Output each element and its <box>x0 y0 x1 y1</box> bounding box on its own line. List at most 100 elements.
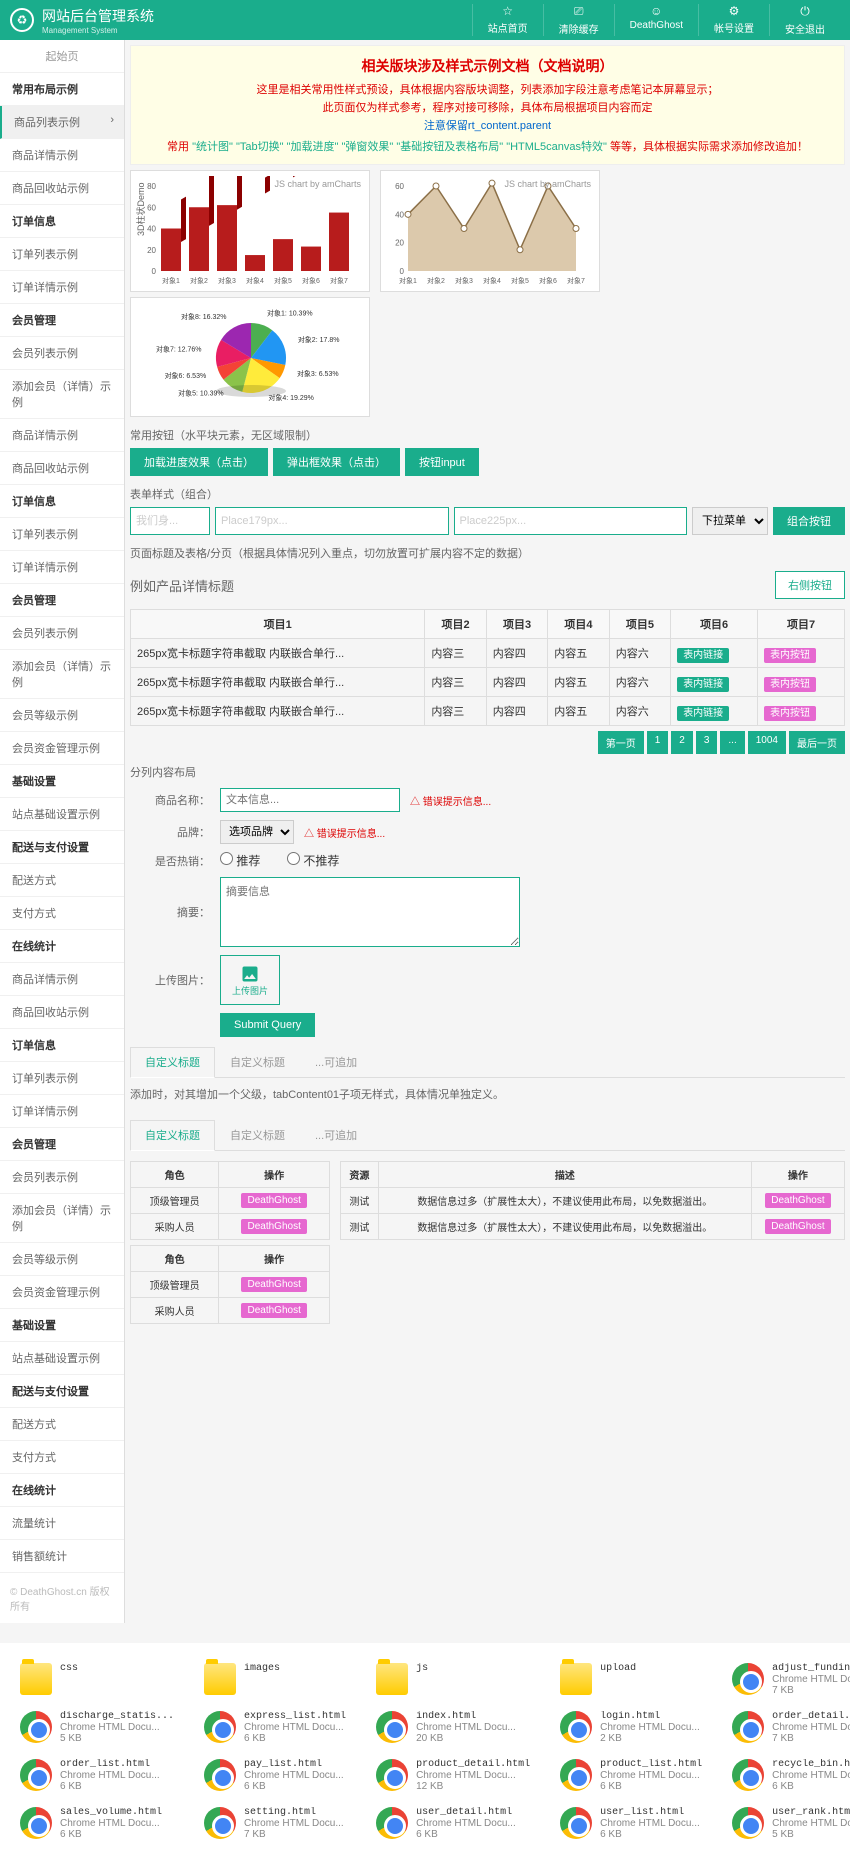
sidebar-item-9-1[interactable]: 添加会员（详情）示例 <box>0 1194 124 1243</box>
page-btn[interactable]: 3 <box>696 731 718 754</box>
sidebar-item-10-0[interactable]: 站点基础设置示例 <box>0 1342 124 1375</box>
sidebar-item-11-0[interactable]: 配送方式 <box>0 1408 124 1441</box>
input-button[interactable]: 按钮input <box>405 448 479 476</box>
action-badge[interactable]: 表内按钮 <box>764 677 816 692</box>
page-btn[interactable]: ... <box>720 731 744 754</box>
file-item[interactable]: order_list.htmlChrome HTML Docu...6 KB <box>20 1759 174 1792</box>
file-item[interactable]: product_detail.htmlChrome HTML Docu...12… <box>376 1759 530 1792</box>
input-1[interactable] <box>130 507 210 535</box>
file-item[interactable]: images <box>204 1663 346 1696</box>
sidebar-item-12-1[interactable]: 销售额统计 <box>0 1540 124 1573</box>
sidebar-item-2-3[interactable]: 商品回收站示例 <box>0 452 124 485</box>
page-btn[interactable]: 2 <box>671 731 693 754</box>
file-item[interactable]: index.htmlChrome HTML Docu...20 KB <box>376 1711 530 1744</box>
nav-3[interactable]: ⚙帐号设置 <box>698 4 769 36</box>
input-2[interactable] <box>215 507 449 535</box>
sidebar-item-2-0[interactable]: 会员列表示例 <box>0 337 124 370</box>
combo-button[interactable]: 组合按钮 <box>773 507 845 535</box>
nav-0[interactable]: ☆站点首页 <box>472 4 543 36</box>
action-badge[interactable]: 表内按钮 <box>764 706 816 721</box>
file-item[interactable]: upload <box>560 1663 702 1696</box>
sidebar-item-6-1[interactable]: 支付方式 <box>0 897 124 930</box>
file-item[interactable]: pay_list.htmlChrome HTML Docu...6 KB <box>204 1759 346 1792</box>
product-name-input[interactable] <box>220 788 400 812</box>
file-item[interactable]: discharge_statis...Chrome HTML Docu...5 … <box>20 1711 174 1744</box>
sidebar-item-11-1[interactable]: 支付方式 <box>0 1441 124 1474</box>
sidebar-item-6-0[interactable]: 配送方式 <box>0 864 124 897</box>
sidebar-item-4-1[interactable]: 添加会员（详情）示例 <box>0 650 124 699</box>
sidebar-head-8[interactable]: 订单信息 <box>0 1029 124 1062</box>
file-item[interactable]: user_rank.htmlChrome HTML Docu...5 KB <box>732 1807 850 1840</box>
upload-button[interactable]: 上传图片 <box>220 955 280 1005</box>
sidebar-item-5-0[interactable]: 站点基础设置示例 <box>0 798 124 831</box>
link-badge[interactable]: 表内链接 <box>677 706 729 721</box>
tab-3b[interactable]: ...可追加 <box>300 1120 372 1150</box>
sidebar-head-0[interactable]: 常用布局示例 <box>0 73 124 106</box>
file-item[interactable]: product_list.htmlChrome HTML Docu...6 KB <box>560 1759 702 1792</box>
nav-1[interactable]: ⎚清除缓存 <box>543 4 614 36</box>
sidebar-item-12-0[interactable]: 流量统计 <box>0 1507 124 1540</box>
page-btn[interactable]: 第一页 <box>598 731 644 754</box>
sidebar-head-10[interactable]: 基础设置 <box>0 1309 124 1342</box>
input-3[interactable] <box>454 507 688 535</box>
right-button[interactable]: 右侧按钮 <box>775 571 845 599</box>
file-item[interactable]: sales_volume.htmlChrome HTML Docu...6 KB <box>20 1807 174 1840</box>
summary-textarea[interactable] <box>220 877 520 947</box>
brand-select[interactable]: 选项品牌 <box>220 820 294 844</box>
file-item[interactable]: login.htmlChrome HTML Docu...2 KB <box>560 1711 702 1744</box>
sidebar-item-9-0[interactable]: 会员列表示例 <box>0 1161 124 1194</box>
file-item[interactable]: recycle_bin.htmlChrome HTML Docu...6 KB <box>732 1759 850 1792</box>
sidebar-head-3[interactable]: 订单信息 <box>0 485 124 518</box>
sidebar-head-9[interactable]: 会员管理 <box>0 1128 124 1161</box>
sidebar-head-7[interactable]: 在线统计 <box>0 930 124 963</box>
sidebar-head-1[interactable]: 订单信息 <box>0 205 124 238</box>
file-item[interactable]: css <box>20 1663 174 1696</box>
tab-2b[interactable]: 自定义标题 <box>215 1120 300 1150</box>
sidebar-head-4[interactable]: 会员管理 <box>0 584 124 617</box>
load-progress-button[interactable]: 加载进度效果（点击） <box>130 448 268 476</box>
sidebar-item-1-1[interactable]: 订单详情示例 <box>0 271 124 304</box>
page-btn[interactable]: 最后一页 <box>789 731 845 754</box>
sidebar-item-0-0[interactable]: 商品列表示例 <box>0 106 124 139</box>
link-badge[interactable]: 表内链接 <box>677 648 729 663</box>
sidebar-start[interactable]: 起始页 <box>0 40 124 73</box>
tab-3[interactable]: ...可追加 <box>300 1047 372 1077</box>
sidebar-head-5[interactable]: 基础设置 <box>0 765 124 798</box>
file-item[interactable]: express_list.htmlChrome HTML Docu...6 KB <box>204 1711 346 1744</box>
sidebar-item-3-1[interactable]: 订单详情示例 <box>0 551 124 584</box>
popup-button[interactable]: 弹出框效果（点击） <box>273 448 400 476</box>
page-btn[interactable]: 1004 <box>748 731 786 754</box>
tab-2[interactable]: 自定义标题 <box>215 1047 300 1077</box>
sidebar-item-7-1[interactable]: 商品回收站示例 <box>0 996 124 1029</box>
file-item[interactable]: order_detail.htmlChrome HTML Docu...7 KB <box>732 1711 850 1744</box>
link-badge[interactable]: 表内链接 <box>677 677 729 692</box>
sidebar-item-4-0[interactable]: 会员列表示例 <box>0 617 124 650</box>
sidebar-item-7-0[interactable]: 商品详情示例 <box>0 963 124 996</box>
sidebar-item-0-1[interactable]: 商品详情示例 <box>0 139 124 172</box>
file-item[interactable]: adjust_funding.htmlChrome HTML Docu...7 … <box>732 1663 850 1696</box>
sidebar-head-2[interactable]: 会员管理 <box>0 304 124 337</box>
page-btn[interactable]: 1 <box>647 731 669 754</box>
file-item[interactable]: js <box>376 1663 530 1696</box>
sidebar-item-8-1[interactable]: 订单详情示例 <box>0 1095 124 1128</box>
sidebar-head-11[interactable]: 配送与支付设置 <box>0 1375 124 1408</box>
submit-button[interactable]: Submit Query <box>220 1013 315 1037</box>
file-item[interactable]: user_list.htmlChrome HTML Docu...6 KB <box>560 1807 702 1840</box>
file-item[interactable]: setting.htmlChrome HTML Docu...7 KB <box>204 1807 346 1840</box>
sidebar-item-9-3[interactable]: 会员资金管理示例 <box>0 1276 124 1309</box>
sidebar-head-6[interactable]: 配送与支付设置 <box>0 831 124 864</box>
sidebar-item-2-1[interactable]: 添加会员（详情）示例 <box>0 370 124 419</box>
tab-1b[interactable]: 自定义标题 <box>130 1120 215 1151</box>
sidebar-item-9-2[interactable]: 会员等级示例 <box>0 1243 124 1276</box>
sidebar-head-12[interactable]: 在线统计 <box>0 1474 124 1507</box>
dropdown[interactable]: 下拉菜单 <box>692 507 768 535</box>
action-badge[interactable]: 表内按钮 <box>764 648 816 663</box>
sidebar-item-4-3[interactable]: 会员资金管理示例 <box>0 732 124 765</box>
nav-4[interactable]: ⏻安全退出 <box>769 4 840 36</box>
sidebar-item-8-0[interactable]: 订单列表示例 <box>0 1062 124 1095</box>
file-item[interactable]: user_detail.htmlChrome HTML Docu...6 KB <box>376 1807 530 1840</box>
sidebar-item-0-2[interactable]: 商品回收站示例 <box>0 172 124 205</box>
sidebar-item-2-2[interactable]: 商品详情示例 <box>0 419 124 452</box>
nav-2[interactable]: ☺DeathGhost <box>614 4 698 36</box>
sidebar-item-1-0[interactable]: 订单列表示例 <box>0 238 124 271</box>
